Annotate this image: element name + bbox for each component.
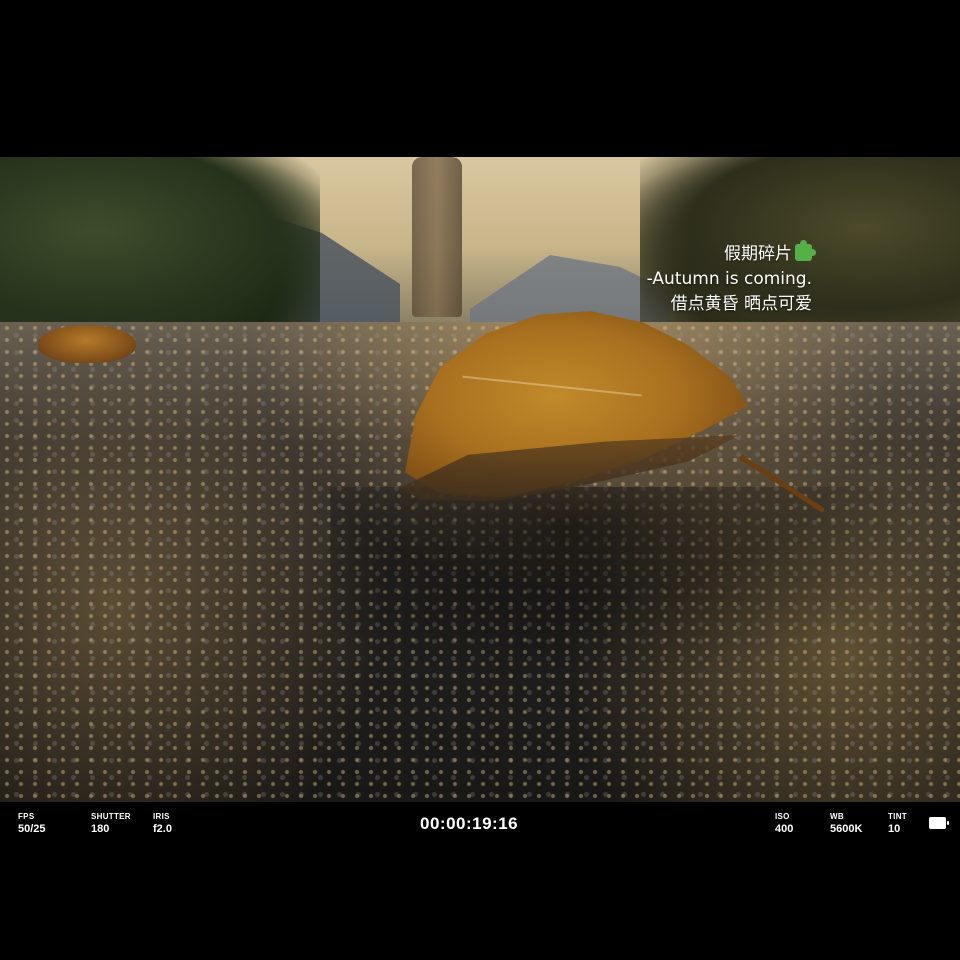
battery-icon bbox=[929, 817, 949, 829]
wb-readout: WB 5600K bbox=[830, 812, 862, 836]
tree-trunk bbox=[412, 157, 462, 317]
video-frame: 假期碎片 -Autumn is coming. 借点黄昏 晒点可爱 bbox=[0, 157, 960, 802]
camera-hud: FPS 50/25 SHUTTER 180 IRIS f2.0 00:00:19… bbox=[0, 802, 960, 852]
caption-tagline: 借点黄昏 晒点可爱 bbox=[670, 294, 812, 314]
caption-subtitle: -Autumn is coming. bbox=[646, 269, 812, 289]
iso-label: ISO bbox=[775, 812, 790, 821]
iris-value: f2.0 bbox=[153, 823, 172, 835]
wb-value: 5600K bbox=[830, 823, 863, 835]
iso-readout: ISO 400 bbox=[775, 812, 793, 836]
fps-label: FPS bbox=[18, 812, 35, 821]
caption-overlay: 假期碎片 -Autumn is coming. 借点黄昏 晒点可爱 bbox=[646, 240, 816, 317]
wb-label: WB bbox=[830, 812, 844, 821]
shutter-label: SHUTTER bbox=[91, 812, 131, 821]
shutter-value: 180 bbox=[91, 823, 110, 835]
tint-readout: TINT 10 bbox=[888, 812, 907, 836]
trees bbox=[0, 157, 320, 342]
timecode: 00:00:19:16 bbox=[420, 814, 519, 833]
fps-readout: FPS 50/25 bbox=[18, 812, 46, 836]
shutter-readout: SHUTTER 180 bbox=[91, 812, 131, 836]
caption-title-text: 假期碎片 bbox=[724, 244, 792, 264]
caption-title: 假期碎片 bbox=[647, 240, 816, 267]
fps-value: 50/25 bbox=[18, 823, 46, 835]
iris-label: IRIS bbox=[153, 812, 170, 821]
distant-leaf bbox=[38, 325, 136, 363]
leaf-shadow bbox=[330, 487, 930, 687]
tint-value: 10 bbox=[888, 823, 901, 835]
iris-readout: IRIS f2.0 bbox=[153, 812, 172, 836]
tint-label: TINT bbox=[888, 812, 907, 821]
puzzle-piece-icon bbox=[795, 240, 816, 261]
iso-value: 400 bbox=[775, 823, 794, 835]
